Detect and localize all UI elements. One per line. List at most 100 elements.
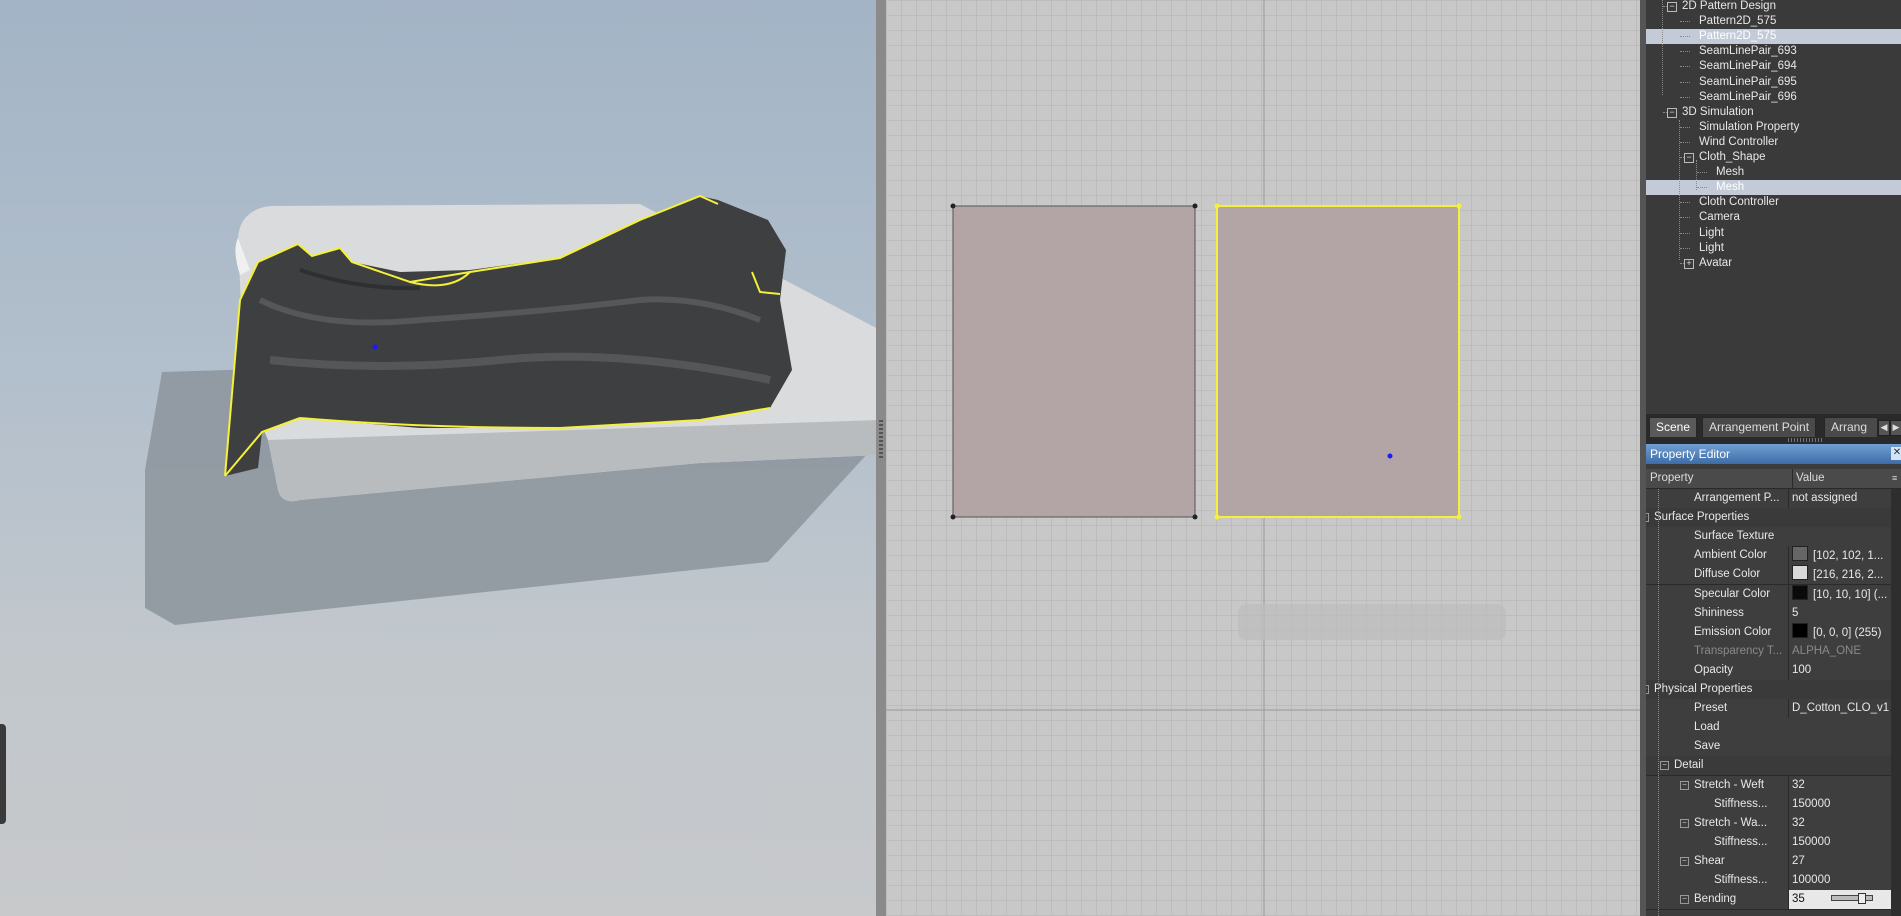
property-group[interactable]: −Physical Properties: [1646, 680, 1891, 700]
tree-item[interactable]: Light: [1646, 226, 1901, 241]
tree-item[interactable]: Light: [1646, 241, 1901, 256]
tree-item[interactable]: Mesh: [1646, 165, 1901, 180]
tree-item[interactable]: Mesh: [1646, 180, 1901, 196]
tab-scene[interactable]: Scene: [1649, 417, 1698, 437]
collapse-icon[interactable]: −: [1667, 107, 1677, 118]
panel-tabs: Scene Arrangement Point Arrang ◀ ▶: [1646, 414, 1901, 438]
property-row[interactable]: Save: [1646, 737, 1891, 758]
property-row[interactable]: Emission Color [0, 0, 0] (255): [1646, 622, 1891, 643]
tree-item[interactable]: Simulation Property: [1646, 120, 1901, 135]
property-row[interactable]: − Stretch - Wa... 32: [1646, 813, 1891, 834]
property-name: Surface Properties: [1654, 511, 1750, 524]
property-value[interactable]: D_Cotton_CLO_v1: [1788, 699, 1891, 719]
expand-icon[interactable]: +: [1684, 258, 1694, 269]
color-swatch[interactable]: [1792, 584, 1808, 600]
bending-slider[interactable]: [1831, 893, 1873, 905]
property-row[interactable]: Ambient Color [102, 102, 1...: [1646, 546, 1891, 567]
tree-item[interactable]: SeamLinePair_694: [1646, 59, 1901, 74]
property-name: Stretch - Weft: [1694, 778, 1765, 791]
property-value[interactable]: [216, 216, 2...: [1788, 565, 1891, 586]
tab-arrangement-point[interactable]: Arrangement Point: [1702, 417, 1817, 437]
tree-item[interactable]: Cloth Controller: [1646, 195, 1901, 210]
property-value[interactable]: [102, 102, 1...: [1788, 546, 1891, 567]
collapse-icon[interactable]: −: [1680, 895, 1689, 905]
column-header-value[interactable]: Value: [1792, 469, 1825, 488]
collapse-icon[interactable]: −: [1680, 856, 1689, 866]
collapse-icon[interactable]: −: [1667, 2, 1677, 12]
collapse-icon[interactable]: −: [1646, 685, 1649, 694]
viewport-2d-pattern[interactable]: [886, 0, 1640, 916]
tree-item[interactable]: Camera: [1646, 210, 1901, 225]
pattern-canvas: [886, 0, 1640, 916]
dock-grip[interactable]: [1646, 437, 1901, 444]
property-value[interactable]: ALPHA_ONE: [1788, 641, 1891, 661]
property-value[interactable]: 5: [1788, 603, 1891, 623]
property-row[interactable]: − Shear 27: [1646, 851, 1891, 872]
scene-tree[interactable]: −2D Pattern Design Pattern2D_575 Pattern2D…: [1646, 0, 1901, 414]
collapse-icon[interactable]: −: [1680, 780, 1689, 790]
header-menu-icon[interactable]: ≡: [1892, 471, 1901, 485]
collapse-icon[interactable]: −: [1660, 761, 1669, 771]
property-group[interactable]: −Surface Properties: [1646, 508, 1891, 529]
property-value[interactable]: [10, 10, 10] (...: [1788, 584, 1891, 605]
property-row[interactable]: Diffuse Color [216, 216, 2...: [1646, 565, 1891, 586]
property-name: Detail: [1674, 759, 1704, 772]
property-value[interactable]: not assigned: [1788, 489, 1891, 508]
pattern-piece-left[interactable]: [952, 205, 1196, 518]
property-name: Stiffness...: [1714, 835, 1768, 848]
collapse-icon[interactable]: −: [1684, 153, 1694, 163]
tree-item[interactable]: Pattern2D_575: [1646, 14, 1901, 29]
collapse-icon[interactable]: −: [1646, 513, 1649, 523]
tree-item[interactable]: Pattern2D_575: [1646, 29, 1901, 45]
property-value[interactable]: 100000: [1788, 871, 1891, 890]
tree-item-label: Pattern2D_575: [1699, 30, 1777, 43]
property-value[interactable]: 32: [1788, 775, 1891, 795]
pattern-piece-right-selected[interactable]: [1216, 205, 1460, 518]
property-row[interactable]: Stiffness... 150000: [1646, 794, 1891, 815]
property-row[interactable]: Shininess 5: [1646, 603, 1891, 624]
property-value[interactable]: 27: [1788, 851, 1891, 871]
property-group[interactable]: − Detail: [1646, 756, 1891, 777]
property-name: Surface Texture: [1694, 530, 1775, 543]
property-value[interactable]: 100: [1788, 660, 1891, 680]
tree-item[interactable]: + Avatar: [1646, 256, 1901, 271]
tree-item[interactable]: −2D Pattern Design: [1646, 0, 1901, 14]
property-row[interactable]: Arrangement P... not assigned: [1646, 489, 1891, 509]
property-row[interactable]: Transparency T... ALPHA_ONE: [1646, 641, 1891, 662]
tree-item[interactable]: SeamLinePair_693: [1646, 44, 1901, 59]
tree-item[interactable]: SeamLinePair_695: [1646, 75, 1901, 90]
color-swatch[interactable]: [1792, 565, 1808, 581]
property-row[interactable]: Preset D_Cotton_CLO_v1: [1646, 699, 1891, 720]
property-value[interactable]: 32: [1788, 813, 1891, 833]
tab-arrangement[interactable]: Arrang: [1824, 417, 1878, 437]
property-name: Specular Color: [1694, 587, 1771, 600]
property-row[interactable]: Stiffness... 150000: [1646, 832, 1891, 853]
property-row[interactable]: Opacity 100: [1646, 660, 1891, 681]
tree-item[interactable]: − Cloth_Shape: [1646, 150, 1901, 165]
property-value[interactable]: 35: [1788, 890, 1891, 910]
close-icon[interactable]: ✕: [1891, 447, 1901, 460]
color-swatch[interactable]: [1792, 622, 1808, 638]
property-row[interactable]: Surface Texture: [1646, 527, 1891, 548]
property-row[interactable]: Stiffness... 100000: [1646, 871, 1891, 891]
color-swatch[interactable]: [1792, 546, 1808, 562]
tree-item[interactable]: SeamLinePair_696: [1646, 90, 1901, 105]
property-row[interactable]: − Bending 35: [1646, 890, 1891, 911]
property-row[interactable]: − Stretch - Weft 32: [1646, 775, 1891, 796]
column-header-property[interactable]: Property: [1650, 469, 1693, 488]
pattern-center-point: [1387, 453, 1393, 459]
tree-item[interactable]: −3D Simulation: [1646, 105, 1901, 120]
collapse-icon[interactable]: −: [1680, 818, 1689, 828]
property-value[interactable]: 150000: [1788, 832, 1891, 852]
property-row[interactable]: Specular Color [10, 10, 10] (...: [1646, 584, 1891, 605]
viewport-splitter[interactable]: [876, 0, 886, 916]
property-scrollbar[interactable]: [1891, 489, 1901, 916]
property-row[interactable]: Load: [1646, 718, 1891, 739]
tab-scroll-left-icon[interactable]: ◀: [1878, 420, 1890, 436]
tab-scroll-right-icon[interactable]: ▶: [1890, 420, 1901, 436]
property-name: Load: [1694, 721, 1720, 734]
property-value[interactable]: [0, 0, 0] (255): [1788, 622, 1891, 643]
property-value[interactable]: 150000: [1788, 794, 1891, 814]
tree-item[interactable]: Wind Controller: [1646, 135, 1901, 150]
viewport-3d[interactable]: [0, 0, 876, 916]
